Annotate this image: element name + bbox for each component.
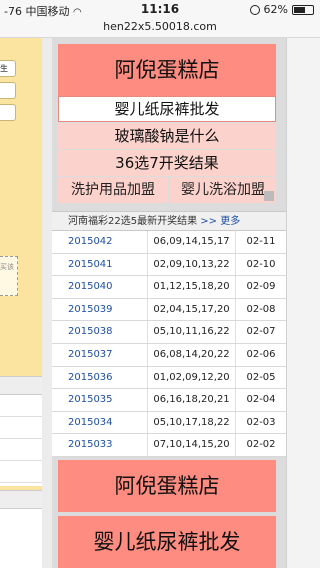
list-item[interactable] bbox=[0, 417, 42, 439]
issue-link[interactable]: 2015034 bbox=[52, 411, 148, 434]
ad-diaper-wholesale[interactable]: 婴儿纸尿裤批发 bbox=[58, 96, 276, 122]
table-row: 2015036 01,02,09,12,20 02-05 bbox=[52, 366, 286, 390]
dashed-box-text: 买该 bbox=[0, 263, 14, 271]
ad-baby-bath-label: 婴儿洗浴加盟 bbox=[181, 182, 265, 198]
draw-date: 02-02 bbox=[246, 439, 276, 451]
status-right: 62% bbox=[249, 3, 314, 16]
battery-fill bbox=[294, 6, 305, 13]
left-list-header bbox=[0, 377, 42, 395]
left-input-3[interactable] bbox=[0, 104, 16, 121]
left-list-pane bbox=[0, 376, 42, 486]
issue-link[interactable]: 2015042 bbox=[52, 231, 148, 253]
table-row: 2015038 05,10,11,16,22 02-07 bbox=[52, 321, 286, 344]
winning-numbers: 02,04,15,17,20 bbox=[148, 298, 236, 321]
ad-lottery-36-7[interactable]: 36选7开奖结果 bbox=[58, 150, 276, 176]
draw-date: 02-10 bbox=[246, 258, 276, 270]
issue-link[interactable]: 2015036 bbox=[52, 366, 148, 389]
table-row: 2015039 02,04,15,17,20 02-08 bbox=[52, 298, 286, 322]
url-text: hen22x5.50018.com bbox=[103, 20, 217, 33]
lottery-header: 河南福彩22选5最新开奖结果 >> 更多 bbox=[52, 211, 286, 231]
lottery-title: 河南福彩22选5最新开奖结果 bbox=[68, 216, 198, 227]
alarm-icon bbox=[249, 4, 260, 15]
ad-badge-icon bbox=[264, 191, 274, 201]
left-list-pane-2 bbox=[0, 490, 42, 568]
left-input-label: 生 bbox=[0, 64, 8, 73]
left-input-2[interactable] bbox=[0, 82, 16, 99]
more-link[interactable]: >> 更多 bbox=[200, 216, 240, 227]
main-column: 阿倪蛋糕店 婴儿纸尿裤批发 玻璃酸钠是什么 36选7开奖结果 洗护用品加盟 婴儿… bbox=[52, 38, 286, 568]
lottery-results: 河南福彩22选5最新开奖结果 >> 更多 2015042 06,09,14,15,… bbox=[52, 211, 286, 457]
winning-numbers: 02,09,10,13,22 bbox=[148, 253, 236, 276]
draw-date: 02-08 bbox=[246, 303, 276, 315]
ad-baby-bath[interactable]: 婴儿洗浴加盟 bbox=[170, 177, 276, 203]
draw-date: 02-03 bbox=[246, 416, 276, 428]
winning-numbers: 06,08,14,20,22 bbox=[148, 343, 236, 366]
winning-numbers: 05,10,17,18,22 bbox=[148, 411, 236, 434]
list-item[interactable] bbox=[0, 395, 42, 417]
dashed-box[interactable]: 买该 bbox=[0, 256, 18, 296]
table-row: 2015042 06,09,14,15,17 02-11 bbox=[52, 231, 286, 254]
draw-date: 02-04 bbox=[246, 394, 276, 406]
table-row: 2015037 06,08,14,20,22 02-06 bbox=[52, 343, 286, 367]
ad-hyaluronate[interactable]: 玻璃酸钠是什么 bbox=[58, 123, 276, 149]
winning-numbers: 06,16,18,20,21 bbox=[148, 389, 236, 411]
address-bar[interactable]: hen22x5.50018.com bbox=[0, 20, 320, 38]
left-input-1[interactable]: 生 bbox=[0, 60, 16, 77]
winning-numbers: 07,10,14,15,20 bbox=[148, 434, 236, 456]
table-row: 2015040 01,12,15,18,20 02-09 bbox=[52, 276, 286, 299]
right-strip bbox=[286, 38, 320, 568]
draw-date: 02-06 bbox=[246, 348, 276, 360]
table-row: 2015041 02,09,10,13,22 02-10 bbox=[52, 253, 286, 277]
issue-link[interactable]: 2015038 bbox=[52, 321, 148, 343]
winning-numbers: 01,02,09,12,20 bbox=[148, 366, 236, 389]
winning-numbers: 01,12,15,18,20 bbox=[148, 276, 236, 298]
battery-percent: 62% bbox=[263, 3, 288, 16]
issue-link[interactable]: 2015033 bbox=[52, 434, 148, 456]
issue-link[interactable]: 2015041 bbox=[52, 253, 148, 276]
draw-date: 02-09 bbox=[246, 281, 276, 293]
left-list-header-2 bbox=[0, 491, 42, 509]
left-panel: 生 买该 bbox=[0, 38, 42, 568]
winning-numbers: 05,10,11,16,22 bbox=[148, 321, 236, 343]
ad-cake-shop[interactable]: 阿倪蛋糕店 bbox=[58, 44, 276, 96]
draw-date: 02-07 bbox=[246, 326, 276, 338]
issue-link[interactable]: 2015035 bbox=[52, 389, 148, 411]
issue-link[interactable]: 2015040 bbox=[52, 276, 148, 298]
issue-link[interactable]: 2015039 bbox=[52, 298, 148, 321]
issue-link[interactable]: 2015037 bbox=[52, 343, 148, 366]
battery-icon bbox=[292, 4, 314, 15]
draw-date: 02-05 bbox=[246, 371, 276, 383]
lottery-table: 2015042 06,09,14,15,17 02-11 2015041 02,09,1… bbox=[52, 231, 286, 457]
table-row: 2015033 07,10,14,15,20 02-02 bbox=[52, 434, 286, 457]
table-row: 2015035 06,16,18,20,21 02-04 bbox=[52, 389, 286, 412]
list-item[interactable] bbox=[0, 461, 42, 483]
list-item[interactable] bbox=[0, 439, 42, 461]
ad-diaper-wholesale-bottom[interactable]: 婴儿纸尿裤批发 bbox=[58, 516, 276, 568]
ad-cake-shop-bottom[interactable]: 阿倪蛋糕店 bbox=[58, 460, 276, 512]
table-row: 2015034 05,10,17,18,22 02-03 bbox=[52, 411, 286, 435]
ad-care-products[interactable]: 洗护用品加盟 bbox=[58, 177, 168, 203]
gap-strip bbox=[42, 38, 52, 568]
draw-date: 02-11 bbox=[246, 236, 276, 247]
status-bar: -76 中国移动 ◠ 11:16 62% bbox=[0, 0, 320, 20]
winning-numbers: 06,09,14,15,17 bbox=[148, 231, 236, 253]
